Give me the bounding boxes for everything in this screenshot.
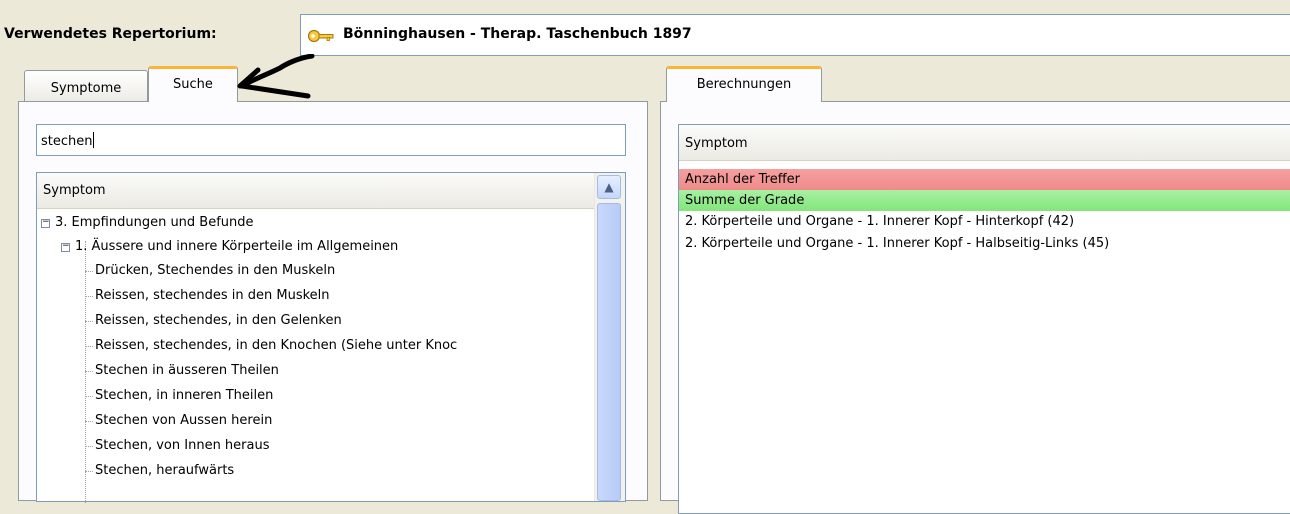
tree-leaf[interactable]: Stechen, von Innen heraus [95, 436, 270, 456]
calculation-list[interactable]: Symptom Anzahl der Treffer Summe der Gra… [678, 124, 1290, 514]
repository-label: Verwendetes Repertorium: [4, 26, 217, 42]
scroll-thumb[interactable] [597, 203, 621, 501]
tree-connector-line [85, 371, 93, 372]
tree-connector-line [85, 321, 93, 322]
tree-connector-line [85, 446, 93, 447]
tree-leaf[interactable]: Reissen, stechendes, in den Gelenken [95, 311, 342, 331]
tree-leaf[interactable]: Reissen, stechendes, in den Knochen (Sie… [95, 336, 590, 356]
hits-count-row[interactable]: Anzahl der Treffer [679, 169, 1290, 190]
symptom-tree-list[interactable]: Symptom ▲ − 3. Empfindungen und Befunde … [36, 172, 626, 503]
tab-symptome[interactable]: Symptome [24, 70, 148, 102]
tree-leaf[interactable]: Drücken, Stechendes in den Muskeln [95, 261, 335, 281]
collapse-icon[interactable]: − [61, 242, 70, 252]
tree-leaf[interactable]: Stechen in äusseren Theilen [95, 361, 279, 381]
grade-sum-row[interactable]: Summe der Grade [679, 190, 1290, 211]
key-icon [307, 29, 334, 43]
search-input[interactable]: stechen [36, 124, 626, 156]
tree-connector-line [85, 346, 93, 347]
search-value: stechen [41, 134, 93, 149]
tab-berechnungen[interactable]: Berechnungen [666, 66, 822, 102]
tree-leaf[interactable]: Reissen, stechendes in den Muskeln [95, 286, 330, 306]
scroll-up-arrow-icon[interactable]: ▲ [597, 175, 621, 199]
tree-leaf[interactable]: Stechen, in inneren Theilen [95, 386, 273, 406]
tree-leaf[interactable]: Stechen von Aussen herein [95, 411, 272, 431]
tree-node[interactable]: 1. Äussere und innere Körperteile im All… [75, 237, 398, 257]
tree-connector-line [85, 396, 93, 397]
tree-connector-line [85, 421, 93, 422]
text-caret [92, 132, 94, 148]
tree-connector-line [85, 271, 93, 272]
repository-selector[interactable]: Bönninghausen - Therap. Taschenbuch 1897 [300, 14, 1290, 56]
collapse-icon[interactable]: − [41, 218, 50, 228]
calculation-column-header[interactable]: Symptom [679, 125, 1290, 161]
symptom-column-header[interactable]: Symptom [37, 173, 625, 209]
symptom-row[interactable]: 2. Körperteile und Organe - 1. Innerer K… [679, 233, 1290, 255]
tree-node[interactable]: 3. Empfindungen und Befunde [55, 213, 254, 233]
repository-name: Bönninghausen - Therap. Taschenbuch 1897 [343, 26, 692, 42]
tree-connector-line [85, 471, 93, 472]
symptom-row[interactable]: 2. Körperteile und Organe - 1. Innerer K… [679, 211, 1290, 233]
tree-connector-line [85, 296, 93, 297]
vertical-scrollbar[interactable]: ▲ [594, 173, 625, 501]
annotation-arrow-icon [237, 54, 315, 99]
tab-suche[interactable]: Suche [148, 66, 238, 102]
tree-connector-line [85, 241, 86, 503]
tree-leaf[interactable]: Stechen, heraufwärts [95, 461, 234, 481]
